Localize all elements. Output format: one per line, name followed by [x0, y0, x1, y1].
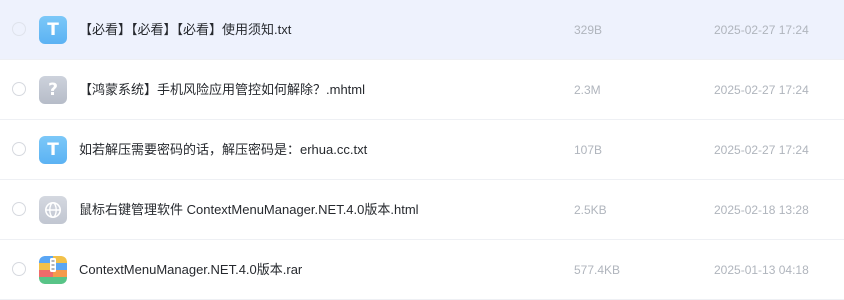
rar-archive-icon — [39, 256, 67, 284]
file-date: 2025-02-18 13:28 — [714, 203, 809, 217]
file-date: 2025-01-13 04:18 — [714, 263, 809, 277]
archive-stripes-icon — [39, 256, 67, 284]
file-size: 329B — [574, 23, 603, 37]
file-name[interactable]: ContextMenuManager.NET.4.0版本.rar — [79, 240, 302, 300]
unknown-file-icon: ? — [39, 76, 67, 104]
file-size: 577.4KB — [574, 263, 621, 277]
file-date: 2025-02-27 17:24 — [714, 83, 809, 97]
file-size: 2.3M — [574, 83, 601, 97]
txt-file-icon: T — [39, 16, 67, 44]
row-checkbox[interactable] — [12, 22, 26, 36]
file-date: 2025-02-27 17:24 — [714, 23, 809, 37]
file-row[interactable]: 鼠标右键管理软件 ContextMenuManager.NET.4.0版本.ht… — [0, 180, 844, 240]
file-date: 2025-02-27 17:24 — [714, 143, 809, 157]
row-checkbox[interactable] — [12, 142, 26, 156]
row-checkbox[interactable] — [12, 262, 26, 276]
file-list: T 【必看】【必看】【必看】使用须知.txt 329B 2025-02-27 1… — [0, 0, 844, 300]
txt-file-icon: T — [39, 136, 67, 164]
file-name[interactable]: 鼠标右键管理软件 ContextMenuManager.NET.4.0版本.ht… — [79, 180, 419, 240]
file-row[interactable]: ContextMenuManager.NET.4.0版本.rar 577.4KB… — [0, 240, 844, 300]
row-checkbox[interactable] — [12, 202, 26, 216]
row-checkbox[interactable] — [12, 82, 26, 96]
file-size: 2.5KB — [574, 203, 607, 217]
globe-icon — [45, 202, 61, 218]
txt-glyph: T — [47, 19, 59, 40]
file-size: 107B — [574, 143, 603, 157]
question-glyph: ? — [48, 79, 58, 100]
txt-glyph: T — [47, 139, 59, 160]
file-name[interactable]: 【鸿蒙系统】手机风险应用管控如何解除？.mhtml — [79, 60, 365, 120]
file-row[interactable]: ? 【鸿蒙系统】手机风险应用管控如何解除？.mhtml 2.3M 2025-02… — [0, 60, 844, 120]
file-row[interactable]: T 如若解压需要密码的话，解压密码是：erhua.cc.txt 107B 202… — [0, 120, 844, 180]
html-file-icon — [39, 196, 67, 224]
file-name[interactable]: 如若解压需要密码的话，解压密码是：erhua.cc.txt — [79, 120, 367, 180]
file-name[interactable]: 【必看】【必看】【必看】使用须知.txt — [79, 0, 291, 60]
file-row[interactable]: T 【必看】【必看】【必看】使用须知.txt 329B 2025-02-27 1… — [0, 0, 844, 60]
